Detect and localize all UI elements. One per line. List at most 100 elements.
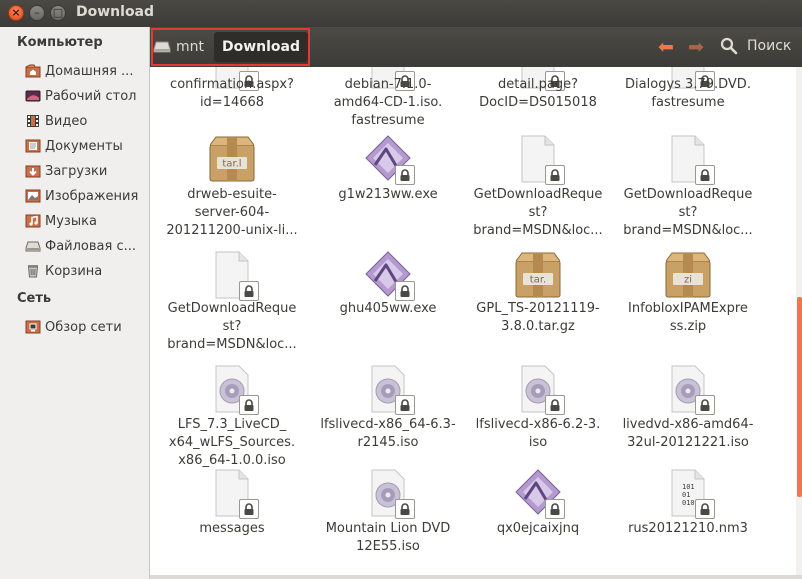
document-file-icon	[208, 469, 259, 519]
sidebar-item-label: Музыка	[45, 213, 97, 229]
back-arrow-icon: ⬅	[658, 36, 674, 58]
file-name: InfobloxIPAMExpre ss.zip	[613, 300, 763, 336]
lock-icon	[545, 395, 565, 415]
file-name-line: messages	[199, 521, 265, 536]
file-name-line: server-604-	[194, 205, 270, 220]
sidebar-heading-network: Сеть	[17, 291, 52, 306]
search-label: Поиск	[747, 38, 792, 54]
sidebar-item-video[interactable]: Видео	[25, 110, 148, 132]
downloads-icon	[25, 164, 41, 178]
file-name-line: r2145.iso	[357, 435, 419, 450]
file-name-line: GetDownloadReque	[167, 301, 297, 316]
file-name-line: ss.zip	[669, 319, 707, 334]
file-name-line: amd64-CD-1.iso.	[333, 95, 443, 110]
disc-file-icon	[364, 469, 415, 519]
file-name-line: brand=MSDN&loc...	[473, 223, 603, 238]
sidebar-item-label: Обзор сети	[45, 319, 122, 335]
sidebar-item-label: Рабочий стол	[45, 88, 137, 104]
path-crumb-mnt[interactable]: mnt	[172, 39, 214, 55]
file-name-line: 201211200-unix-li...	[166, 223, 298, 238]
lock-icon	[695, 165, 715, 185]
file-name-line: lfslivecd-x86_64-6.3-	[320, 417, 456, 432]
scrollbar[interactable]	[796, 67, 802, 579]
path-crumb-download[interactable]: Download	[213, 32, 308, 62]
sidebar-item-pictures[interactable]: Изображения	[25, 185, 148, 207]
document-file-icon	[208, 251, 259, 301]
close-window-button[interactable]: ×	[8, 5, 24, 21]
disc-file-icon	[364, 365, 415, 415]
executable-file-icon	[364, 251, 415, 301]
path-crumb-drive[interactable]	[153, 30, 172, 64]
file-name-line: rus20121210.nm3	[628, 521, 748, 536]
back-button[interactable]: ⬅	[658, 37, 674, 57]
sidebar-item-filesystem[interactable]: Файловая с...	[25, 235, 148, 257]
lock-icon	[239, 499, 259, 519]
file-name-line: GetDownloadReque	[473, 187, 603, 202]
file-name-line: livedvd-x86-amd64-	[622, 417, 754, 432]
file-name-line: st?	[222, 319, 242, 334]
archive-file-icon: tar.l	[208, 135, 256, 183]
file-name: g1w213ww.exe	[313, 186, 463, 204]
sidebar-heading-computer: Компьютер	[17, 35, 103, 50]
file-name: detail.page? DocID=DS015018	[463, 76, 613, 112]
lock-icon	[695, 395, 715, 415]
svg-text:tar.l: tar.l	[222, 159, 241, 170]
file-name: GPL_TS-20121119- 3.8.0.tar.gz	[463, 300, 613, 336]
file-name-line: ghu405ww.exe	[339, 301, 437, 316]
sidebar-item-downloads[interactable]: Загрузки	[25, 160, 148, 182]
document-file-icon	[514, 135, 565, 185]
file-name: messages	[157, 520, 307, 538]
file-name-line: st?	[528, 205, 548, 220]
file-name-line: iso	[528, 435, 548, 450]
network-icon	[25, 320, 41, 334]
sidebar-item-trash[interactable]: Корзина	[25, 260, 148, 282]
disc-file-icon	[514, 365, 565, 415]
sidebar-item-network[interactable]: Обзор сети	[25, 316, 148, 338]
sidebar-item-home-folder[interactable]: Домашняя ...	[25, 60, 148, 82]
sidebar-item-desktop[interactable]: Рабочий стол	[25, 85, 148, 107]
file-name-line: fastresume	[651, 95, 725, 110]
lock-icon	[545, 165, 565, 185]
file-name-line: x64_wLFS_Sources.	[168, 435, 296, 450]
lock-icon	[545, 499, 565, 519]
file-name-line: 12E55.iso	[356, 539, 420, 554]
lock-icon	[395, 165, 415, 185]
lock-icon	[395, 499, 415, 519]
file-name: Mountain Lion DVD 12E55.iso	[313, 520, 463, 556]
scrollbar-indicator[interactable]	[797, 297, 802, 497]
file-name-line: fastresume	[351, 113, 425, 128]
file-name-line: 3.8.0.tar.gz	[501, 319, 575, 334]
lock-icon	[695, 499, 715, 519]
lock-icon	[239, 281, 259, 301]
lock-icon	[395, 395, 415, 415]
search-button[interactable]: Поиск	[720, 37, 791, 55]
file-name: LFS_7.3_LiveCD_ x64_wLFS_Sources. x86_64-1…	[157, 416, 307, 470]
sidebar-item-documents[interactable]: Документы	[25, 135, 148, 157]
sidebar-item-music[interactable]: Музыка	[25, 210, 148, 232]
file-name-line: drweb-esuite-	[187, 187, 277, 202]
file-name-line: Dialogys 3.79.DVD.	[625, 77, 751, 92]
sidebar-item-label: Документы	[45, 138, 123, 154]
toolbar: mnt Download ⬅ ➡ Поиск	[150, 27, 802, 67]
minimize-window-button[interactable]: –	[29, 5, 45, 21]
file-name: debian-7.1.0- amd64-CD-1.iso. fastresume	[313, 76, 463, 130]
filesystem-icon	[25, 239, 41, 253]
file-name-line: x86_64-1.0.0.iso	[178, 453, 286, 468]
maximize-window-button[interactable]: □	[50, 5, 66, 21]
home-folder-icon	[25, 64, 41, 78]
forward-button[interactable]: ➡	[688, 37, 704, 57]
file-name-line: DocID=DS015018	[479, 95, 597, 110]
file-name: Dialogys 3.79.DVD. fastresume	[613, 76, 763, 112]
file-name-line: st?	[678, 205, 698, 220]
file-name: lfslivecd-x86_64-6.3- r2145.iso	[313, 416, 463, 452]
sidebar-item-label: Видео	[45, 113, 88, 129]
archive-file-icon: zi	[664, 251, 712, 299]
file-name: lfslivecd-x86-6.2-3. iso	[463, 416, 613, 452]
svg-text:tar.: tar.	[530, 275, 546, 286]
window-bottom-edge	[150, 575, 802, 579]
file-name-line: GetDownloadReque	[623, 187, 753, 202]
file-name-line: GPL_TS-20121119-	[476, 301, 600, 316]
file-name-line: brand=MSDN&loc...	[623, 223, 753, 238]
file-name: confirmation.aspx? id=14668	[157, 76, 307, 112]
archive-file-icon: tar.	[514, 251, 562, 299]
